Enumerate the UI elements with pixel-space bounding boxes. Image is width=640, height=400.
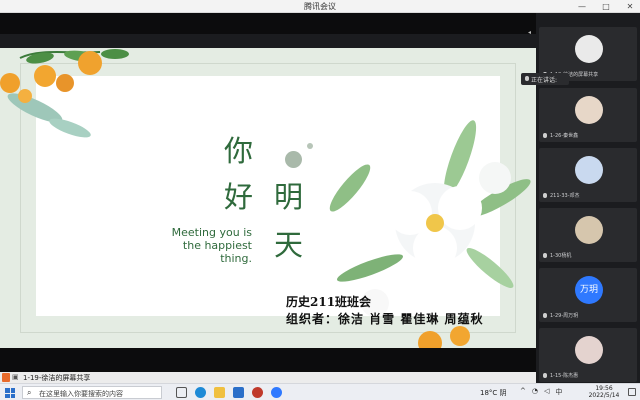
class-meeting-title: 历史211班班会 [286,295,372,309]
maximize-button[interactable]: □ [600,0,612,13]
search-placeholder: 在这里输入你要搜索的内容 [39,390,123,398]
orange-flower-decoration-icon [0,49,129,138]
edge-browser-icon[interactable] [195,387,206,398]
participant-name: 1-26-秦世鑫 [550,133,579,139]
avatar [575,216,603,244]
mic-icon [525,76,529,81]
participant-tile[interactable]: 万玥 1-29-周万玥 [539,268,637,322]
windows-taskbar: ⌕ 在这里输入你要搜索的内容 18°C 阴 ^ ◔ ◁ 中 19:56 2022… [0,383,640,400]
minimize-button[interactable]: — [576,0,588,13]
mic-icon [543,373,547,378]
network-icon[interactable]: ◔ [532,387,538,397]
taskbar-search-box[interactable]: ⌕ 在这里输入你要搜索的内容 [22,386,162,399]
avatar [575,96,603,124]
participant-name: 1-29-周万玥 [550,313,579,319]
english-tagline: Meeting you is the happiest thing. [171,226,252,265]
pinned-apps [176,387,282,398]
chevron-up-icon[interactable]: ^ [520,387,526,397]
greeting-char-4: 天 [274,228,304,262]
participant-tile[interactable]: 1-15-陈杰惠 [539,328,637,382]
participant-tile[interactable]: 1-26-秦世鑫 [539,88,637,142]
system-tray: ^ ◔ ◁ 中 [520,387,562,397]
clock-date: 2022/5/14 [588,392,620,399]
title-bar: 腾讯会议 — □ ✕ [0,0,640,13]
avatar: 万玥 [575,276,603,304]
screen-share-icon: ▣ [12,373,19,381]
participants-panel: 1-19-徐洁的屏幕共享 1-26-秦世鑫 211-33-邓杰 1-30杨机 万… [536,13,640,383]
task-view-icon[interactable] [176,387,187,398]
avatar [575,35,603,63]
mic-icon [543,193,547,198]
organizers-line: 组织者：徐洁 肖雪 瞿佳琳 周蕴秋 [286,312,484,326]
window-controls: — □ ✕ [576,0,636,13]
tencent-meeting-icon[interactable] [271,387,282,398]
share-area-bottom [0,348,536,372]
file-explorer-icon[interactable] [214,387,225,398]
expand-panel-icon[interactable]: ◂ [528,29,531,36]
taskbar-clock[interactable]: 19:56 2022/5/14 [584,385,624,399]
participant-name: 1-30杨机 [550,253,572,259]
shared-slide: 你 好 明 天 Meeting you is the happiest thin… [0,48,536,348]
speaking-indicator: 正在讲话: [521,73,569,85]
clock-time: 19:56 [595,385,613,392]
avatar [575,336,603,364]
weather-widget[interactable]: 18°C 阴 [480,388,507,398]
decor-circle-large [285,151,302,168]
share-area-top [0,13,536,34]
store-icon[interactable] [233,387,244,398]
participant-tile[interactable]: 211-33-邓杰 [539,148,637,202]
close-button[interactable]: ✕ [624,0,636,13]
mic-icon [543,133,547,138]
screen-share-bar[interactable]: ▣ 1-19-徐洁的屏幕共享 [0,372,536,383]
avatar [575,156,603,184]
share-badge-icon [2,373,10,382]
greeting-char-1: 你 [224,134,254,168]
window-title: 腾讯会议 [304,2,336,11]
search-icon: ⌕ [27,388,32,397]
speaking-label: 正在讲话: [531,77,558,84]
mic-icon [543,253,547,258]
participant-name: 211-33-邓杰 [550,193,580,199]
greeting-char-3: 明 [274,180,304,214]
participant-name: 1-15-陈杰惠 [550,373,579,379]
ime-indicator[interactable]: 中 [555,387,562,397]
app-icon[interactable] [252,387,263,398]
greeting-char-2: 好 [224,180,254,214]
meeting-window: 腾讯会议 — □ ✕ ◂ 你 好 明 天 Meeting you is the … [0,0,640,400]
volume-icon[interactable]: ◁ [544,387,549,397]
notification-icon[interactable] [628,388,636,396]
windows-start-icon[interactable] [5,388,15,398]
screen-share-label: 1-19-徐洁的屏幕共享 [23,374,91,382]
mic-icon [543,313,547,318]
decor-circle-small [307,143,313,149]
participant-tile[interactable]: 1-30杨机 [539,208,637,262]
